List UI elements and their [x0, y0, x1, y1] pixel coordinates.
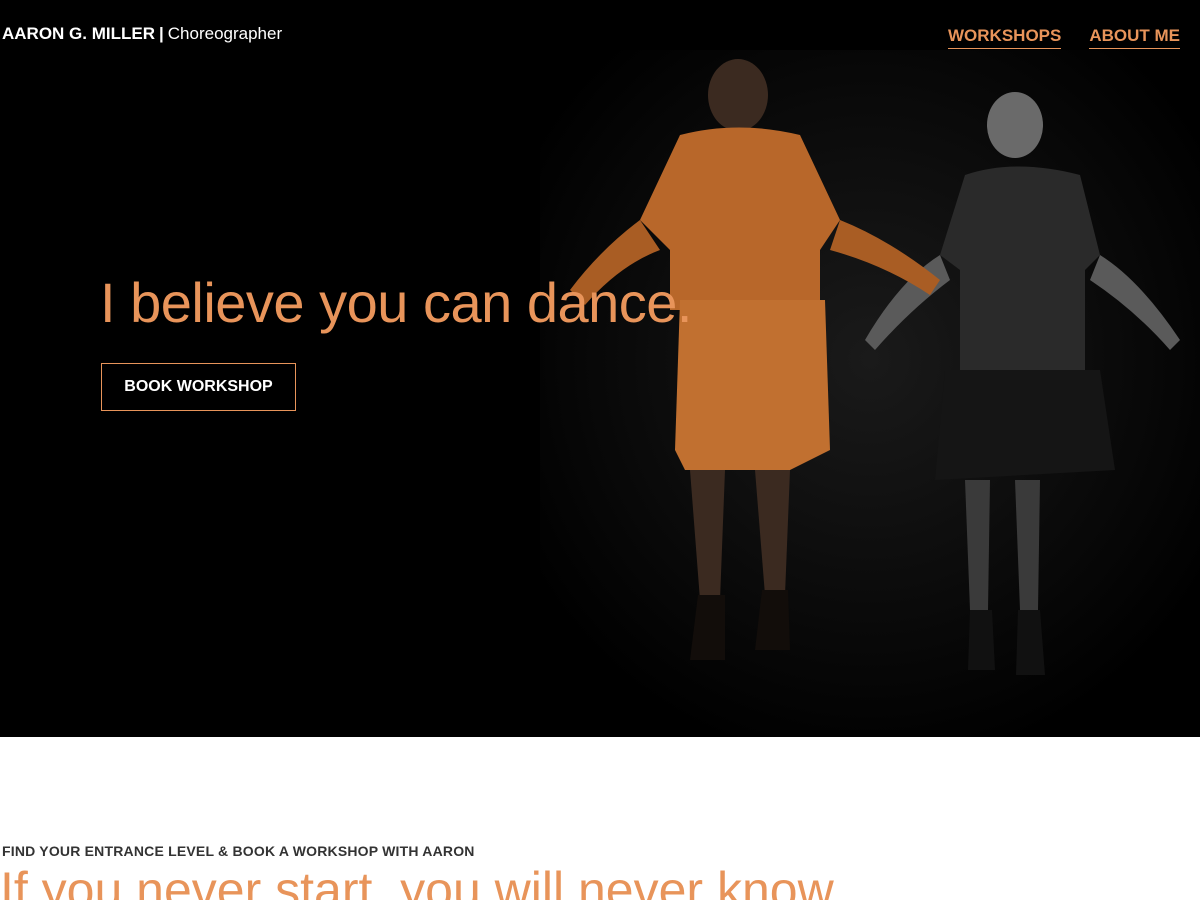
- book-workshop-button[interactable]: BOOK WORKSHOP: [101, 363, 296, 411]
- section-title: If you never start, you will never know.: [0, 862, 845, 900]
- top-bar: AARON G. MILLER | Choreographer WORKSHOPS A…: [0, 0, 1200, 70]
- nav-item-workshops[interactable]: WORKSHOPS: [948, 26, 1062, 49]
- site-brand[interactable]: AARON G. MILLER | Choreographer: [2, 24, 282, 44]
- brand-role: Choreographer: [167, 24, 283, 43]
- nav-item-about-me[interactable]: ABOUT ME: [1089, 26, 1181, 49]
- workshops-intro-section: FIND YOUR ENTRANCE LEVEL & BOOK A WORKSH…: [0, 737, 1200, 900]
- dancers-photo: [540, 50, 1200, 737]
- brand-name: AARON G. MILLER: [2, 24, 155, 43]
- section-eyebrow: FIND YOUR ENTRANCE LEVEL & BOOK A WORKSH…: [2, 843, 475, 859]
- brand-separator: |: [159, 24, 164, 43]
- hero-section: AARON G. MILLER | Choreographer WORKSHOPS A…: [0, 0, 1200, 737]
- hero-headline: I believe you can dance.: [100, 271, 692, 334]
- main-nav: WORKSHOPSABOUT MEN: [948, 26, 1200, 49]
